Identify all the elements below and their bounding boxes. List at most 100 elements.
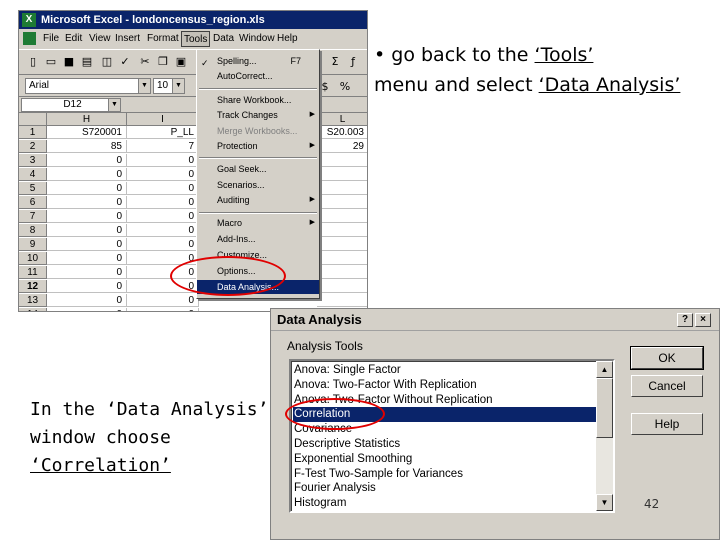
open-icon[interactable]: ▭ bbox=[43, 54, 59, 70]
scroll-up-icon[interactable]: ▲ bbox=[596, 361, 613, 378]
analysis-tool-item[interactable]: Anova: Two-Factor With Replication bbox=[293, 378, 597, 393]
menu-item-protection[interactable]: Protection ▶ bbox=[197, 139, 319, 153]
cell-l[interactable] bbox=[317, 210, 367, 223]
cell-h[interactable]: 0 bbox=[47, 182, 127, 195]
copy-icon[interactable]: ❐ bbox=[155, 54, 171, 70]
cell-h[interactable]: 0 bbox=[47, 238, 127, 251]
menu-item-share-workbook[interactable]: Share Workbook... bbox=[197, 93, 319, 107]
row-header[interactable]: 13 bbox=[19, 294, 47, 307]
analysis-tool-item[interactable]: Descriptive Statistics bbox=[293, 437, 597, 452]
cell-i[interactable]: 7 bbox=[127, 140, 199, 153]
new-icon[interactable]: ▯ bbox=[25, 54, 41, 70]
scroll-thumb[interactable] bbox=[596, 378, 613, 438]
analysis-tool-item[interactable]: Exponential Smoothing bbox=[293, 452, 597, 467]
cell-i[interactable]: 0 bbox=[127, 308, 199, 311]
cell-l[interactable]: 29 bbox=[317, 140, 367, 153]
cell-h[interactable]: 0 bbox=[47, 252, 127, 265]
analysis-tool-item[interactable]: Histogram bbox=[293, 496, 597, 511]
ok-button[interactable]: OK bbox=[630, 346, 704, 370]
font-select[interactable]: Arial ▼ bbox=[25, 78, 151, 94]
analysis-tool-item[interactable]: F-Test Two-Sample for Variances bbox=[293, 467, 597, 482]
menu-data[interactable]: Data bbox=[211, 31, 236, 47]
cell-h[interactable]: 0 bbox=[47, 168, 127, 181]
help-icon[interactable]: ? bbox=[677, 313, 693, 327]
font-size-select[interactable]: 10 ▼ bbox=[153, 78, 185, 94]
row-header[interactable]: 8 bbox=[19, 224, 47, 237]
cell-l[interactable] bbox=[317, 266, 367, 279]
menu-item-autocorrect[interactable]: AutoCorrect... bbox=[197, 69, 319, 83]
menu-view[interactable]: View bbox=[87, 31, 113, 47]
list-scrollbar[interactable]: ▲ ▼ bbox=[596, 361, 613, 511]
autosum-icon[interactable]: Σ bbox=[327, 54, 343, 70]
cell-i[interactable]: 0 bbox=[127, 224, 199, 237]
function-icon[interactable]: ƒ bbox=[345, 54, 361, 70]
analysis-tool-item[interactable]: Anova: Single Factor bbox=[293, 363, 597, 378]
cell-i[interactable]: P_LL bbox=[127, 126, 199, 139]
row-header[interactable]: 7 bbox=[19, 210, 47, 223]
menu-item-track-changes[interactable]: Track Changes ▶ bbox=[197, 108, 319, 122]
save-icon[interactable]: ■ bbox=[61, 54, 77, 70]
menu-edit[interactable]: Edit bbox=[63, 31, 84, 47]
menu-item-scenarios[interactable]: Scenarios... bbox=[197, 178, 319, 192]
cell-h[interactable]: 0 bbox=[47, 154, 127, 167]
row-header[interactable]: 1 bbox=[19, 126, 47, 139]
cell-h[interactable]: 0 bbox=[47, 266, 127, 279]
name-box[interactable]: D12 ▼ bbox=[21, 98, 121, 112]
menu-insert[interactable]: Insert bbox=[113, 31, 142, 47]
column-header-h[interactable]: H bbox=[47, 113, 127, 126]
cell-h[interactable]: S720001 bbox=[47, 126, 127, 139]
cell-i[interactable]: 0 bbox=[127, 168, 199, 181]
row-header[interactable]: 9 bbox=[19, 238, 47, 251]
cell-l[interactable] bbox=[317, 182, 367, 195]
paste-icon[interactable]: ▣ bbox=[173, 54, 189, 70]
menu-item-addins[interactable]: Add-Ins... bbox=[197, 232, 319, 246]
row-header[interactable]: 12 bbox=[19, 280, 47, 293]
cell-l[interactable] bbox=[317, 280, 367, 293]
print-icon[interactable]: ▤ bbox=[79, 54, 95, 70]
cell-h[interactable]: 0 bbox=[47, 280, 127, 293]
menu-item-goal-seek[interactable]: Goal Seek... bbox=[197, 162, 319, 176]
cell-i[interactable]: 0 bbox=[127, 294, 199, 307]
analysis-tool-item[interactable]: Fourier Analysis bbox=[293, 481, 597, 496]
row-header[interactable]: 10 bbox=[19, 252, 47, 265]
cell-l[interactable] bbox=[317, 168, 367, 181]
row-header[interactable]: 3 bbox=[19, 154, 47, 167]
menu-window[interactable]: Window bbox=[237, 31, 277, 47]
cell-l[interactable] bbox=[317, 224, 367, 237]
cell-l[interactable]: S20.003 bbox=[317, 126, 367, 139]
cell-h[interactable]: 0 bbox=[47, 294, 127, 307]
cell-i[interactable]: 0 bbox=[127, 210, 199, 223]
cell-h[interactable]: 0 bbox=[47, 224, 127, 237]
menu-item-auditing[interactable]: Auditing ▶ bbox=[197, 193, 319, 207]
cell-i[interactable]: 0 bbox=[127, 154, 199, 167]
cell-l[interactable] bbox=[317, 196, 367, 209]
percent-icon[interactable]: % bbox=[337, 79, 353, 95]
menu-help[interactable]: Help bbox=[275, 31, 300, 47]
scroll-down-icon[interactable]: ▼ bbox=[596, 494, 613, 511]
analysis-tools-list[interactable]: Anova: Single Factor Anova: Two-Factor Wi… bbox=[289, 359, 615, 513]
column-header-l[interactable]: L bbox=[317, 113, 367, 126]
cell-i[interactable]: 0 bbox=[127, 196, 199, 209]
cell-h[interactable]: 0 bbox=[47, 308, 127, 311]
menu-tools[interactable]: Tools bbox=[181, 31, 211, 47]
cell-l[interactable] bbox=[317, 252, 367, 265]
close-icon[interactable]: × bbox=[695, 313, 711, 327]
menu-format[interactable]: Format bbox=[145, 31, 181, 47]
menu-file[interactable]: File bbox=[41, 31, 61, 47]
row-header[interactable]: 4 bbox=[19, 168, 47, 181]
cell-i[interactable]: 0 bbox=[127, 238, 199, 251]
select-all-corner[interactable] bbox=[19, 113, 47, 126]
row-header[interactable]: 14 bbox=[19, 308, 47, 311]
cell-i[interactable]: 0 bbox=[127, 182, 199, 195]
cut-icon[interactable]: ✂ bbox=[137, 54, 153, 70]
row-header[interactable]: 6 bbox=[19, 196, 47, 209]
menu-item-spelling[interactable]: ✓ Spelling... F7 bbox=[197, 54, 319, 68]
help-button[interactable]: Help bbox=[631, 413, 703, 435]
cell-h[interactable]: 85 bbox=[47, 140, 127, 153]
cell-l[interactable] bbox=[317, 294, 367, 307]
menu-item-macro[interactable]: Macro ▶ bbox=[197, 216, 319, 230]
cell-l[interactable] bbox=[317, 154, 367, 167]
row-header[interactable]: 5 bbox=[19, 182, 47, 195]
cancel-button[interactable]: Cancel bbox=[631, 375, 703, 397]
cell-h[interactable]: 0 bbox=[47, 210, 127, 223]
